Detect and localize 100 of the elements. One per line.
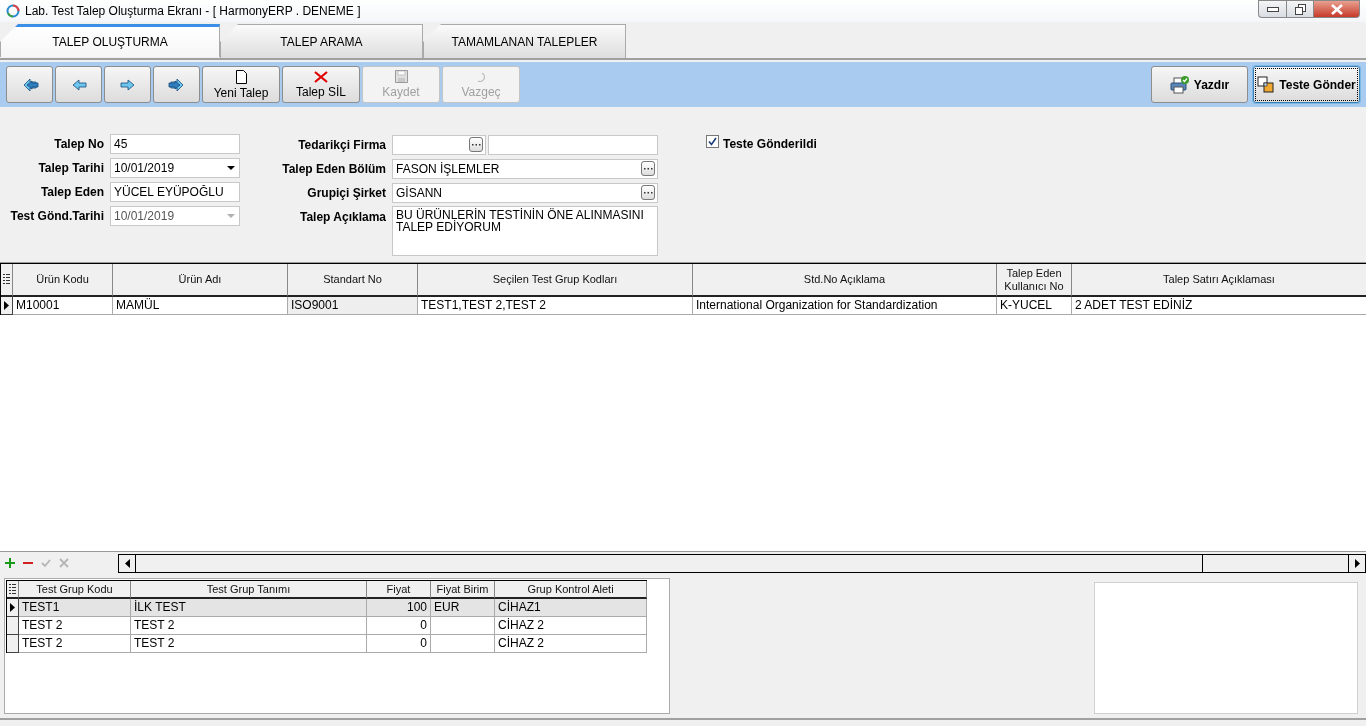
tab[interactable]: TALEP OLUŞTURMA — [0, 24, 220, 57]
current-row-icon — [10, 603, 15, 612]
column-chooser-icon[interactable] — [9, 583, 16, 595]
navigation-button[interactable] — [104, 66, 151, 103]
table-cell: M10001 — [13, 297, 113, 315]
table-cell: CİHAZ1 — [495, 599, 647, 617]
field-label: Talep Açıklama — [298, 210, 386, 224]
column-chooser-icon[interactable] — [3, 274, 10, 285]
toolbar-button[interactable]: Yeni Talep — [202, 66, 280, 103]
date-field[interactable]: 10/01/2019 — [110, 158, 240, 178]
row-indicator[interactable] — [7, 635, 19, 653]
scroll-left-icon[interactable] — [124, 558, 130, 568]
table-cell: İLK TEST — [131, 599, 367, 617]
table-cell: 0 — [367, 617, 431, 635]
column-header[interactable]: Test Grup Tanımı — [131, 581, 367, 599]
field-label: Tedarikçi Firma — [297, 138, 386, 152]
close-icon — [1329, 3, 1344, 15]
tab[interactable]: TALEP ARAMA — [220, 24, 423, 58]
cross-icon — [314, 70, 328, 83]
toolbar-button[interactable]: Talep SİL — [282, 66, 360, 103]
horizontal-scrollbar[interactable] — [118, 553, 1366, 573]
current-row-icon — [4, 301, 9, 310]
minimize-button[interactable] — [1258, 0, 1286, 18]
table-cell: 100 — [367, 599, 431, 617]
plus-icon — [5, 558, 15, 568]
column-header[interactable]: Fiyat Birim — [431, 581, 495, 599]
field-label: Talep Eden Bölüm — [281, 162, 386, 176]
ellipsis-icon — [643, 191, 653, 194]
restore-button[interactable] — [1286, 0, 1314, 18]
column-header[interactable]: Talep Eden Kullanıcı No — [997, 264, 1072, 297]
field-label: Talep Eden — [39, 185, 104, 199]
scroll-right-icon[interactable] — [1354, 558, 1360, 568]
field-label: Talep Tarihi — [37, 161, 104, 175]
lookup-field[interactable] — [392, 135, 486, 155]
input-field[interactable]: YÜCEL EYÜPOĞLU — [110, 182, 240, 202]
input-field[interactable] — [488, 135, 658, 155]
printer-icon — [1169, 75, 1190, 94]
send-button[interactable]: Teste Gönder — [1253, 66, 1360, 103]
ellipsis-icon — [643, 167, 653, 170]
navigation-button[interactable] — [55, 66, 102, 103]
table-cell: TEST 2 — [19, 635, 131, 653]
table-cell: CİHAZ 2 — [495, 635, 647, 653]
navigation-button[interactable] — [6, 66, 53, 103]
lookup-field[interactable]: GİSANN — [392, 183, 658, 203]
description-field[interactable]: BU ÜRÜNLERİN TESTİNİN ÖNE ALINMASINI TALEP EDİYORUM — [392, 206, 658, 256]
row-indicator[interactable] — [1, 297, 13, 315]
field-label: Talep No — [53, 137, 104, 151]
lookup-field[interactable]: FASON İŞLEMLER — [392, 159, 658, 179]
table-cell: K-YUCEL — [997, 297, 1072, 315]
column-header[interactable]: Seçilen Test Grup Kodları — [418, 264, 693, 297]
minimize-icon — [1266, 6, 1279, 12]
blank-page-icon — [235, 69, 247, 84]
column-header[interactable]: Std.No Açıklama — [693, 264, 997, 297]
window-title: Lab. Test Talep Oluşturma Ekranı - [ HarmonyERP . DENEME ] — [25, 4, 362, 18]
dropdown-arrow-icon[interactable] — [227, 166, 235, 170]
overlapping-squares-icon — [1257, 75, 1276, 94]
ellipsis-button[interactable] — [469, 137, 483, 152]
table-cell: ISO9001 — [288, 297, 418, 315]
close-button[interactable] — [1314, 0, 1360, 18]
field-label: Grupiçi Şirket — [306, 186, 386, 200]
column-header[interactable]: Grup Kontrol Aleti — [495, 581, 647, 599]
table-cell: EUR — [431, 599, 495, 617]
restore-icon — [1294, 3, 1306, 15]
table-cell: TEST 2 — [19, 617, 131, 635]
table-cell — [431, 635, 495, 653]
table-cell: TEST 2 — [131, 617, 367, 635]
row-indicator[interactable] — [7, 599, 19, 617]
checkbox-label: Teste Gönderildi — [723, 137, 817, 151]
table-cell — [431, 617, 495, 635]
cross-icon — [59, 558, 69, 568]
table-cell: TEST1 — [19, 599, 131, 617]
ellipsis-button[interactable] — [641, 185, 655, 200]
table-cell: International Organization for Standardization — [693, 297, 997, 315]
check-icon — [708, 137, 717, 146]
input-field[interactable]: 45 — [110, 134, 240, 154]
print-button[interactable]: Yazdır — [1151, 66, 1248, 103]
tab[interactable]: TAMAMLANAN TALEPLER — [423, 24, 626, 58]
table-cell: CİHAZ 2 — [495, 617, 647, 635]
table-cell: 2 ADET TEST EDİNİZ — [1072, 297, 1366, 315]
ellipsis-button[interactable] — [641, 161, 655, 176]
navigation-button[interactable] — [153, 66, 200, 103]
arrow-right-icon — [118, 77, 137, 92]
column-header[interactable]: Fiyat — [367, 581, 431, 599]
column-header[interactable]: Ürün Kodu — [13, 264, 113, 297]
field-label: Test Gönd.Tarihi — [9, 209, 104, 223]
table-cell: MAMÜL — [113, 297, 288, 315]
app-logo-icon — [6, 4, 20, 18]
double-arrow-right-icon — [167, 77, 186, 92]
table-cell: 0 — [367, 635, 431, 653]
column-header[interactable]: Talep Satırı Açıklaması — [1072, 264, 1366, 297]
checkbox[interactable] — [706, 135, 719, 148]
table-cell: TEST 2 — [131, 635, 367, 653]
column-header[interactable]: Ürün Adı — [113, 264, 288, 297]
undo-arc-icon — [475, 70, 487, 83]
table-cell: TEST1,TEST 2,TEST 2 — [418, 297, 693, 315]
ellipsis-icon — [471, 143, 481, 146]
row-indicator[interactable] — [7, 617, 19, 635]
add-row-button[interactable] — [5, 558, 15, 568]
column-header[interactable]: Standart No — [288, 264, 418, 297]
column-header[interactable]: Test Grup Kodu — [19, 581, 131, 599]
